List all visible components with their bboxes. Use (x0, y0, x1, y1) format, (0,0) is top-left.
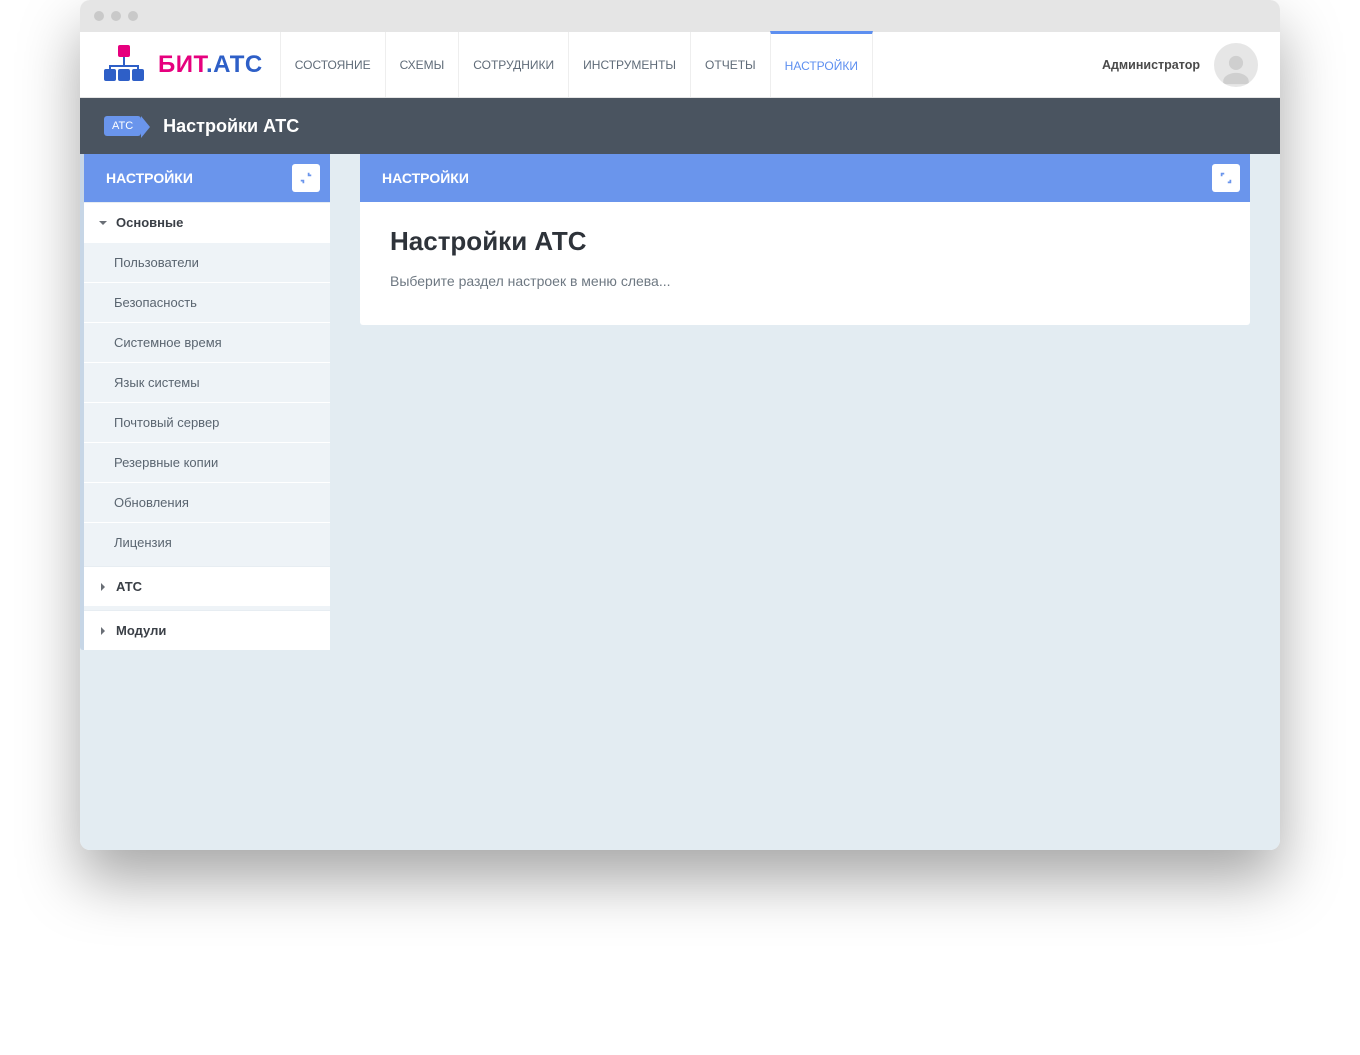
chevron-right-icon (98, 582, 108, 592)
sidebar-item[interactable]: Безопасность (84, 282, 330, 322)
nav-item[interactable]: СОСТОЯНИЕ (280, 32, 386, 97)
sidebar-item[interactable]: Резервные копии (84, 442, 330, 482)
settings-content-panel: НАСТРОЙКИ Настройки АТС Выберите раздел … (360, 154, 1250, 325)
nav-item[interactable]: НАСТРОЙКИ (770, 31, 873, 97)
compress-icon (299, 171, 313, 185)
sidebar-item[interactable]: Язык системы (84, 362, 330, 402)
chevron-down-icon (98, 218, 108, 228)
sidebar-group-header[interactable]: Модули (84, 611, 330, 650)
sidebar-group-header[interactable]: АТС (84, 567, 330, 606)
sidebar-item[interactable]: Почтовый сервер (84, 402, 330, 442)
nav-item[interactable]: СОТРУДНИКИ (458, 32, 569, 97)
settings-sidebar: НАСТРОЙКИ ОсновныеПользователиБезопаснос… (80, 154, 330, 650)
breadcrumb: АТС Настройки АТС (80, 98, 1280, 154)
window-titlebar (80, 0, 1280, 32)
app-logo[interactable]: БИТ.АТС (80, 32, 281, 97)
breadcrumb-chip[interactable]: АТС (104, 116, 141, 136)
sidebar-item[interactable]: Системное время (84, 322, 330, 362)
current-user-name: Администратор (1102, 58, 1200, 72)
traffic-dot (128, 11, 138, 21)
sidebar-item[interactable]: Лицензия (84, 522, 330, 562)
avatar[interactable] (1214, 43, 1258, 87)
nav-item[interactable]: ОТЧЕТЫ (690, 32, 771, 97)
chevron-right-icon (98, 626, 108, 636)
page-title: Настройки АТС (163, 116, 299, 137)
nav-item[interactable]: ИНСТРУМЕНТЫ (568, 32, 691, 97)
content-panel-title: НАСТРОЙКИ (382, 170, 469, 186)
nav-item[interactable]: СХЕМЫ (385, 32, 460, 97)
content-text: Выберите раздел настроек в меню слева... (390, 273, 1220, 289)
content-heading: Настройки АТС (390, 226, 1220, 257)
main-nav: СОСТОЯНИЕСХЕМЫСОТРУДНИКИИНСТРУМЕНТЫОТЧЕТ… (281, 32, 873, 97)
logo-text: БИТ.АТС (158, 51, 263, 79)
collapse-button[interactable] (292, 164, 320, 192)
sidebar-item[interactable]: Пользователи (84, 242, 330, 282)
user-icon (1219, 53, 1253, 87)
traffic-dot (111, 11, 121, 21)
logo-icon (104, 45, 144, 85)
expand-icon (1219, 171, 1233, 185)
sidebar-title: НАСТРОЙКИ (106, 170, 193, 186)
expand-button[interactable] (1212, 164, 1240, 192)
sidebar-group-header[interactable]: Основные (84, 203, 330, 242)
sidebar-item[interactable]: Обновления (84, 482, 330, 522)
traffic-dot (94, 11, 104, 21)
